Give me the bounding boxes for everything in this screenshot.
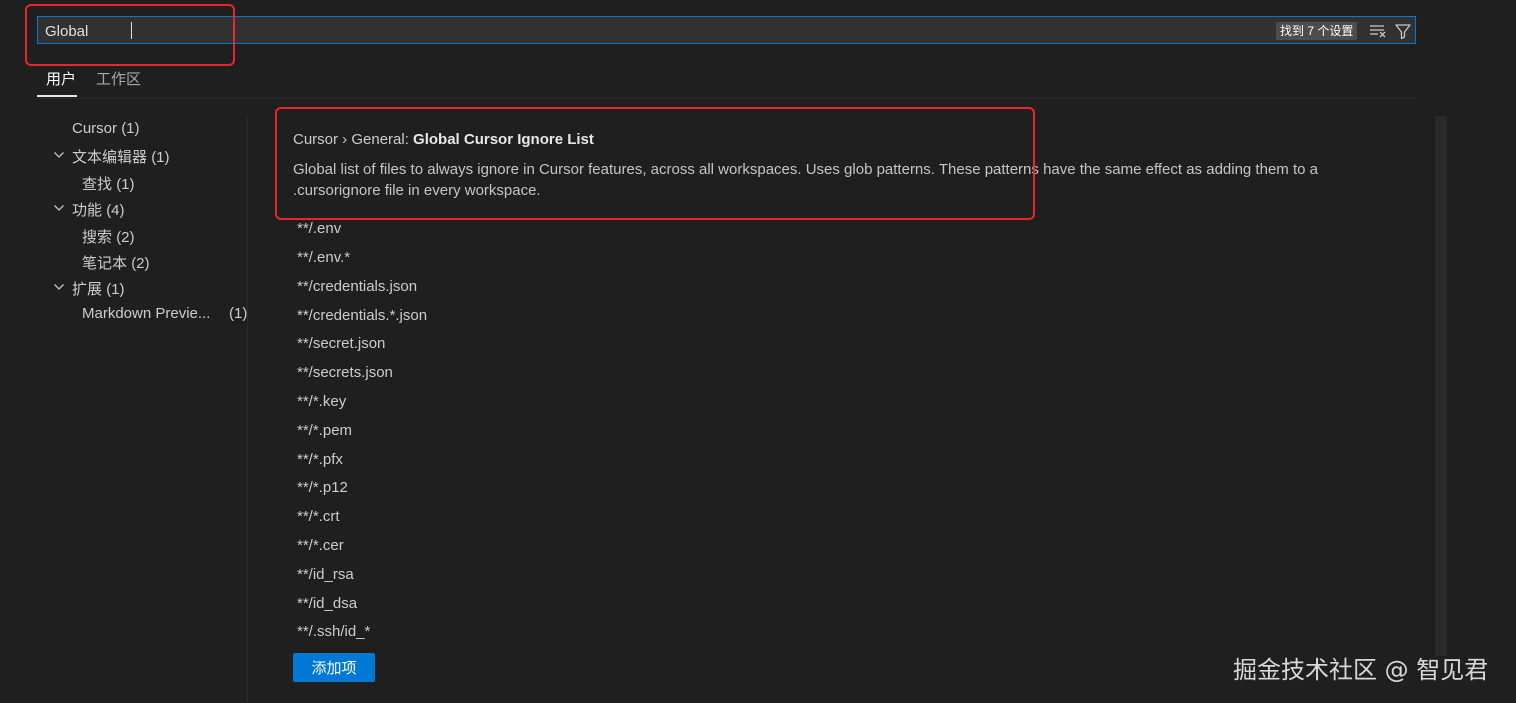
list-item[interactable]: **/*.p12 [297, 479, 348, 496]
chevron-down-icon[interactable] [53, 149, 65, 161]
list-item[interactable]: **/secret.json [297, 335, 385, 352]
toc-item-label: Markdown Previe... [82, 305, 211, 322]
toc-item-text-editor[interactable]: 文本编辑器 (1) [72, 146, 170, 167]
list-item[interactable]: **/*.pfx [297, 451, 343, 468]
settings-search-box[interactable]: 找到 7 个设置 [37, 16, 1416, 45]
toc-item-count: (1) [116, 176, 135, 193]
toc-item-label: 文本编辑器 [72, 149, 148, 166]
list-item[interactable]: **/id_rsa [297, 566, 354, 583]
toc-item-features[interactable]: 功能 (4) [72, 199, 125, 220]
toc-item-count: (2) [116, 229, 135, 246]
list-item[interactable]: **/credentials.json [297, 278, 417, 295]
toc-item-notebook[interactable]: 笔记本 (2) [82, 252, 150, 273]
list-item[interactable]: **/id_dsa [297, 595, 357, 612]
scrollbar[interactable] [1435, 116, 1447, 656]
filter-icon[interactable] [1394, 22, 1412, 40]
toc-item-label: 查找 [82, 176, 113, 193]
tab-workspace[interactable]: 工作区 [96, 68, 141, 89]
tab-user[interactable]: 用户 [46, 68, 76, 89]
active-tab-indicator [37, 95, 77, 97]
highlight-box-search [25, 4, 235, 66]
list-item[interactable]: **/*.key [297, 393, 346, 410]
watermark: 掘金技术社区 @ 智见君 [1233, 656, 1489, 684]
chevron-down-icon[interactable] [53, 202, 65, 214]
toc-item-markdown-preview[interactable]: Markdown Previe... (1) [82, 305, 247, 322]
list-item[interactable]: **/credentials.*.json [297, 307, 427, 324]
toc-item-label: Cursor [72, 120, 118, 137]
toc-item-count: (1) [121, 120, 140, 137]
chevron-down-icon[interactable] [53, 281, 65, 293]
toc-item-search[interactable]: 搜索 (2) [82, 226, 135, 247]
toc-item-extensions[interactable]: 扩展 (1) [72, 278, 125, 299]
toc-item-count: (1) [151, 149, 170, 166]
clear-filter-icon[interactable] [1369, 23, 1387, 39]
result-count-badge: 找到 7 个设置 [1276, 22, 1358, 40]
toc-item-count: (2) [131, 255, 150, 272]
tabs-divider [37, 98, 1416, 99]
add-item-button[interactable]: 添加项 [293, 653, 375, 682]
toc-item-label: 笔记本 [82, 255, 128, 272]
toc-item-count: (4) [106, 202, 125, 219]
list-item[interactable]: **/.ssh/id_* [297, 623, 370, 640]
list-item[interactable]: **/secrets.json [297, 364, 393, 381]
highlight-box-setting [275, 107, 1035, 220]
toc-item-label: 搜索 [82, 229, 113, 246]
sidebar-divider [247, 116, 248, 703]
list-item[interactable]: **/.env [297, 220, 341, 237]
toc-item-label: 功能 [72, 202, 103, 219]
toc-item-label: 扩展 [72, 281, 103, 298]
toc-item-count: (1) [106, 281, 125, 298]
toc-item-count: (1) [229, 305, 248, 322]
list-item[interactable]: **/*.pem [297, 422, 352, 439]
list-item[interactable]: **/*.crt [297, 508, 340, 525]
settings-editor: 找到 7 个设置 用户 工作区 Cursor (1) 文本编辑器 (1) 查找 [0, 0, 1516, 703]
list-item[interactable]: **/*.cer [297, 537, 344, 554]
list-item[interactable]: **/.env.* [297, 249, 350, 266]
toc-item-find[interactable]: 查找 (1) [82, 173, 135, 194]
toc-item-cursor[interactable]: Cursor (1) [72, 120, 140, 137]
